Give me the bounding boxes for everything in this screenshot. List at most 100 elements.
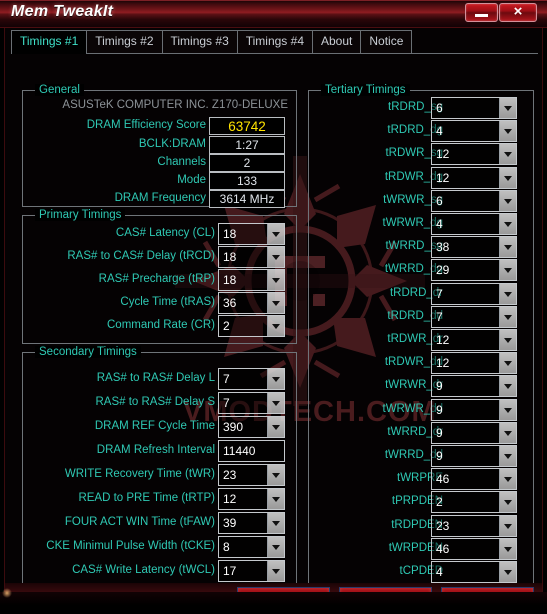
tab-strip: Timings #1 Timings #2 Timings #3 Timings… xyxy=(11,30,538,54)
trp-combo[interactable]: 18 xyxy=(218,269,285,291)
close-button[interactable]: × xyxy=(499,3,537,22)
tertiary-value-trdwr_sg: 12 xyxy=(436,147,450,162)
command-rate-combo[interactable]: 2 xyxy=(218,315,285,337)
chevron-down-icon[interactable] xyxy=(499,492,516,513)
tab-timings-4[interactable]: Timings #4 xyxy=(236,30,313,53)
tab-underline xyxy=(11,53,538,54)
tertiary-combo-twrrd_dg[interactable]: 29 xyxy=(431,259,517,282)
chevron-down-icon[interactable] xyxy=(499,214,516,234)
tertiary-combo-trdpden[interactable]: 23 xyxy=(431,514,517,537)
chevron-down-icon[interactable] xyxy=(499,98,516,118)
tab-notice[interactable]: Notice xyxy=(360,30,413,53)
chevron-down-icon[interactable] xyxy=(499,562,516,582)
mode-value: 133 xyxy=(209,172,285,190)
tertiary-combo-tcpded[interactable]: 4 xyxy=(431,561,517,583)
chevron-down-icon[interactable] xyxy=(499,121,516,142)
tertiary-value-trdwr_dr: 12 xyxy=(436,333,450,347)
twcl-value: 17 xyxy=(223,564,237,578)
trrd-s-label: RAS# to RAS# Delay S xyxy=(95,396,215,408)
chevron-down-icon[interactable] xyxy=(499,167,516,188)
chevron-down-icon[interactable] xyxy=(267,417,284,437)
chevron-down-icon[interactable] xyxy=(267,393,284,413)
twr-combo[interactable]: 23 xyxy=(218,464,285,486)
close-icon: × xyxy=(513,3,523,20)
trcd-combo[interactable]: 18 xyxy=(218,246,285,268)
tertiary-combo-trdrd_dr[interactable]: 7 xyxy=(431,282,517,305)
chevron-down-icon[interactable] xyxy=(499,446,516,466)
minimize-button[interactable] xyxy=(465,3,498,22)
tertiary-combo-trdwr_sg[interactable]: 12 xyxy=(431,143,517,166)
group-secondary-legend: Secondary Timings xyxy=(35,346,141,358)
chevron-down-icon[interactable] xyxy=(499,515,516,536)
tfaw-combo[interactable]: 39 xyxy=(218,512,285,534)
tertiary-value-tcpded: 4 xyxy=(436,565,443,579)
tertiary-value-trdrd_sg: 6 xyxy=(436,101,443,115)
tertiary-combo-trdrd_dd[interactable]: 7 xyxy=(431,305,517,328)
chevron-down-icon[interactable] xyxy=(499,399,516,420)
chevron-down-icon[interactable] xyxy=(267,537,284,557)
tertiary-combo-trdwr_dr[interactable]: 12 xyxy=(431,329,517,351)
tertiary-combo-twrrd_dd[interactable]: 9 xyxy=(431,445,517,467)
tertiary-value-tprpden: 2 xyxy=(436,495,443,510)
trp-value: 18 xyxy=(223,273,237,287)
tertiary-combo-twrwr_dr[interactable]: 9 xyxy=(431,375,517,398)
tertiary-combo-trdwr_dg[interactable]: 12 xyxy=(431,166,517,189)
chevron-down-icon[interactable] xyxy=(267,465,284,485)
chevron-down-icon[interactable] xyxy=(267,561,284,581)
tras-value: 36 xyxy=(223,296,237,310)
dram-ref-cycle-time-combo[interactable]: 390 xyxy=(218,416,285,438)
group-general-legend: General xyxy=(35,84,84,96)
chevron-down-icon[interactable] xyxy=(499,376,516,397)
chevron-down-icon[interactable] xyxy=(499,144,516,165)
tertiary-combo-trdwr_dd[interactable]: 12 xyxy=(431,352,517,375)
twcl-combo[interactable]: 17 xyxy=(218,560,285,582)
chevron-down-icon[interactable] xyxy=(499,538,516,559)
chevron-down-icon[interactable] xyxy=(499,306,516,327)
tab-timings-1[interactable]: Timings #1 xyxy=(11,30,88,54)
tertiary-combo-twrpden[interactable]: 46 xyxy=(431,537,517,560)
twr-value: 23 xyxy=(223,468,237,482)
tfaw-label: FOUR ACT WIN Time (tFAW) xyxy=(64,516,215,528)
chevron-down-icon[interactable] xyxy=(499,283,516,304)
tras-combo[interactable]: 36 xyxy=(218,292,285,314)
chevron-down-icon[interactable] xyxy=(499,330,516,350)
tab-timings-3[interactable]: Timings #3 xyxy=(161,30,238,53)
chevron-down-icon[interactable] xyxy=(499,353,516,374)
tab-about[interactable]: About xyxy=(312,30,362,53)
trrd-s-value: 7 xyxy=(223,396,230,410)
tcke-combo[interactable]: 8 xyxy=(218,536,285,558)
chevron-down-icon[interactable] xyxy=(267,293,284,313)
tertiary-combo-trdrd_dg[interactable]: 4 xyxy=(431,120,517,143)
trtp-combo[interactable]: 12 xyxy=(218,488,285,510)
chevron-down-icon[interactable] xyxy=(499,469,516,490)
tertiary-value-twrwr_sg: 6 xyxy=(436,193,443,208)
tertiary-combo-twrwr_dg[interactable]: 4 xyxy=(431,213,517,235)
chevron-down-icon[interactable] xyxy=(267,513,284,533)
chevron-down-icon[interactable] xyxy=(267,270,284,290)
chevron-down-icon[interactable] xyxy=(267,369,284,389)
chevron-down-icon[interactable] xyxy=(499,260,516,281)
tertiary-combo-twrrd_sg[interactable]: 38 xyxy=(431,236,517,259)
chevron-down-icon[interactable] xyxy=(267,247,284,267)
chevron-down-icon[interactable] xyxy=(267,316,284,336)
tertiary-value-trdrd_dd: 7 xyxy=(436,309,443,324)
tertiary-combo-tprpden[interactable]: 2 xyxy=(431,491,517,514)
tertiary-combo-twrrd_dr[interactable]: 9 xyxy=(431,421,517,444)
chevron-down-icon[interactable] xyxy=(499,237,516,258)
chevron-down-icon[interactable] xyxy=(499,422,516,443)
chevron-down-icon[interactable] xyxy=(499,190,516,211)
dram-refresh-interval-value[interactable]: 11440 xyxy=(218,440,285,462)
tertiary-combo-trdrd_sg[interactable]: 6 xyxy=(431,97,517,119)
trrd-s-combo[interactable]: 7 xyxy=(218,392,285,414)
tertiary-combo-twrwr_dd[interactable]: 9 xyxy=(431,398,517,421)
trrd-l-combo[interactable]: 7 xyxy=(218,368,285,390)
tertiary-combo-twrwr_sg[interactable]: 6 xyxy=(431,189,517,212)
trtp-label: READ to PRE Time (tRTP) xyxy=(78,492,215,504)
tertiary-value-twrwr_dr: 9 xyxy=(436,379,443,394)
chevron-down-icon[interactable] xyxy=(267,224,284,244)
cas-latency-combo[interactable]: 18 xyxy=(218,223,285,245)
tertiary-value-twrpre: 46 xyxy=(436,472,450,487)
chevron-down-icon[interactable] xyxy=(267,489,284,509)
tertiary-combo-twrpre[interactable]: 46 xyxy=(431,468,517,491)
tab-timings-2[interactable]: Timings #2 xyxy=(86,30,163,53)
